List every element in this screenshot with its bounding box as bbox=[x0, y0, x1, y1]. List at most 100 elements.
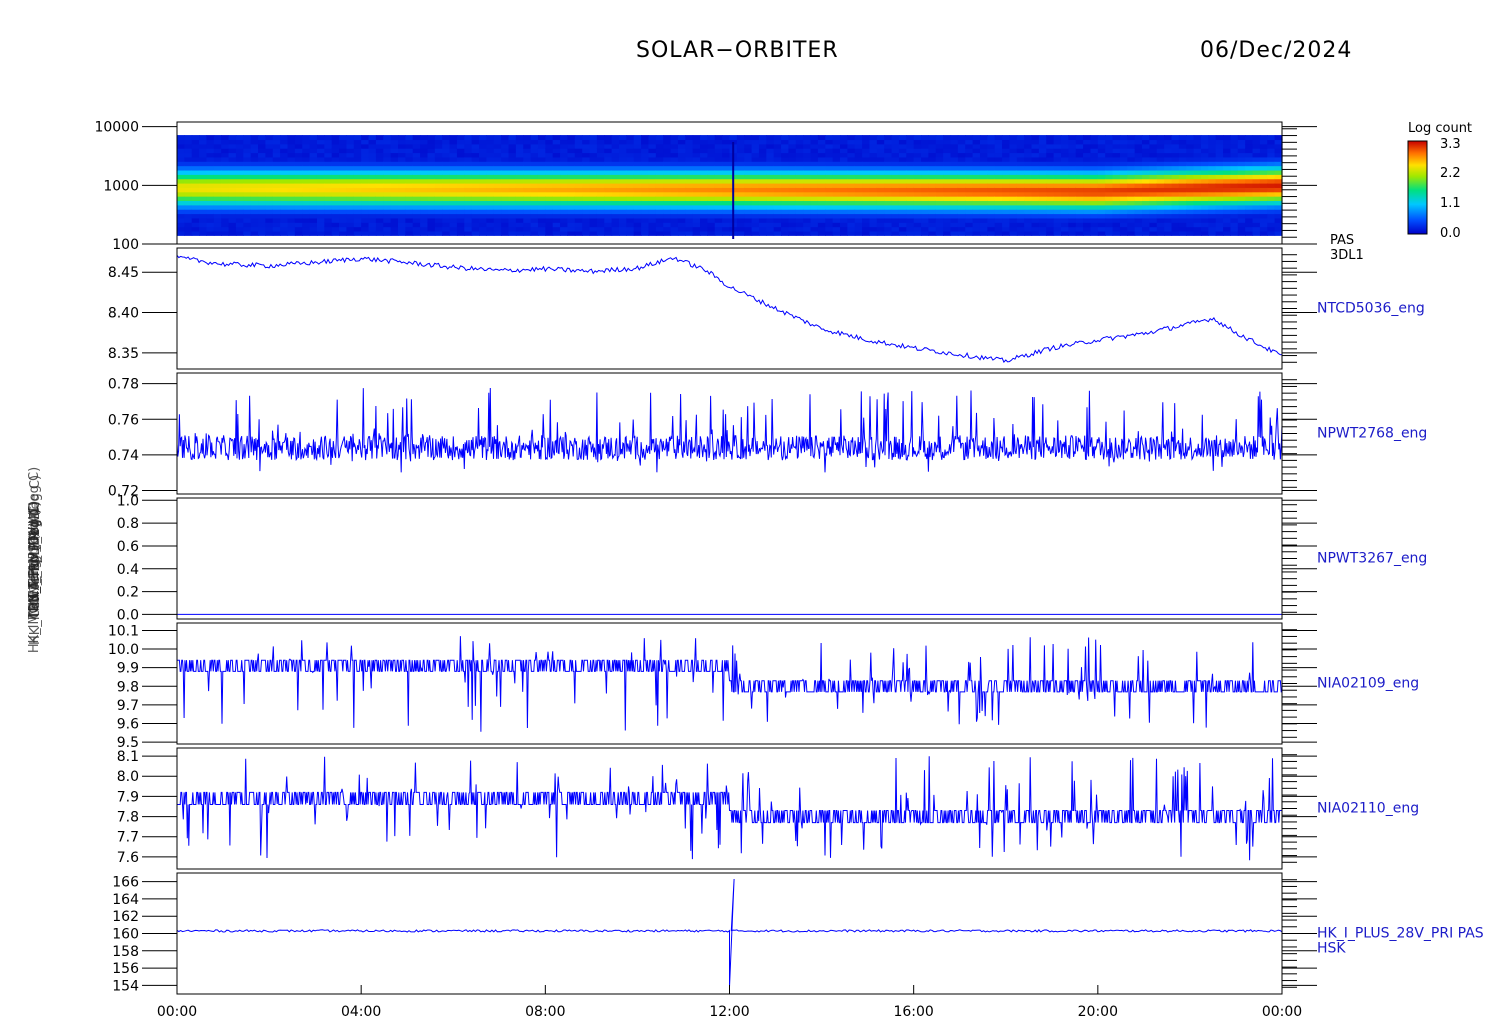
spectrogram-cell bbox=[339, 204, 348, 210]
spectrogram-cell bbox=[921, 217, 929, 223]
spectrogram-cell bbox=[943, 217, 952, 223]
spectrogram-cell bbox=[567, 204, 576, 210]
spectrogram-cell bbox=[265, 174, 274, 180]
spectrogram-cell bbox=[876, 143, 885, 149]
spectrogram-cell bbox=[287, 174, 296, 180]
spectrogram-cell bbox=[619, 178, 627, 184]
spectrogram-cell bbox=[589, 204, 598, 210]
spectrogram-cell bbox=[633, 174, 642, 180]
spectrogram-cell bbox=[862, 139, 871, 145]
spectrogram-cell bbox=[685, 187, 694, 193]
spectrogram-cell bbox=[530, 156, 539, 162]
spectrogram-cell bbox=[906, 226, 915, 232]
spectrogram-cell bbox=[677, 139, 686, 145]
spectrogram-cell bbox=[906, 191, 915, 197]
spectrogram-cell bbox=[869, 152, 878, 158]
spectrogram-cell bbox=[1164, 161, 1173, 167]
spectrogram-cell bbox=[862, 196, 871, 202]
spectrogram-cell bbox=[994, 183, 1003, 188]
spectrogram-cell bbox=[994, 178, 1003, 184]
spectrogram-cell bbox=[810, 209, 819, 215]
spectrogram-cell bbox=[1186, 178, 1195, 184]
spectrogram-cell bbox=[464, 135, 473, 141]
spectrogram-cell bbox=[1208, 152, 1217, 158]
spectrogram-cell bbox=[471, 200, 480, 206]
spectrogram-cell bbox=[1046, 217, 1055, 223]
spectrogram-cell bbox=[1186, 187, 1195, 193]
panel-frame-nia02109 bbox=[176, 622, 1283, 745]
spectrogram-cell bbox=[361, 226, 370, 232]
spectrogram-cell bbox=[1156, 174, 1165, 180]
spectrogram-cell bbox=[1186, 230, 1195, 236]
spectrogram-cell bbox=[677, 143, 686, 149]
spectrogram-cell bbox=[560, 213, 569, 219]
spectrogram-cell bbox=[950, 226, 959, 232]
spectrogram-cell bbox=[987, 213, 996, 219]
spectrogram-cell bbox=[987, 152, 996, 158]
spectrogram-cell bbox=[184, 183, 193, 188]
spectrogram-cell bbox=[1245, 148, 1254, 154]
spectrogram-cell bbox=[582, 174, 591, 180]
spectrogram-cell bbox=[633, 143, 642, 149]
spectrogram-cell bbox=[368, 191, 377, 197]
spectrogram-cell bbox=[353, 161, 362, 167]
spectrogram-cell bbox=[405, 187, 414, 193]
spectrogram-cell bbox=[486, 209, 495, 215]
spectrogram-cell bbox=[987, 230, 996, 236]
spectrogram-cell bbox=[1119, 174, 1128, 180]
spectrogram-cell bbox=[957, 187, 966, 193]
spectrogram-cell bbox=[501, 226, 510, 232]
spectrogram-cell bbox=[1171, 161, 1180, 167]
spectrogram-cell bbox=[869, 165, 878, 171]
spectrogram-cell bbox=[464, 161, 473, 167]
spectrogram-cell bbox=[1178, 204, 1187, 210]
spectrogram-cell bbox=[817, 161, 826, 167]
spectrogram-cell bbox=[1068, 183, 1077, 188]
spectrogram-cell bbox=[619, 135, 627, 141]
spectrogram-cell bbox=[1193, 196, 1202, 202]
spectrogram-cell bbox=[552, 217, 561, 223]
spectrogram-cell bbox=[1090, 135, 1099, 141]
spectrogram-cell bbox=[191, 209, 200, 215]
spectrogram-cell bbox=[1230, 226, 1239, 232]
spectrogram-cell bbox=[619, 169, 627, 175]
spectrogram-cell bbox=[523, 152, 532, 158]
spectrogram-cell bbox=[1215, 139, 1224, 145]
spectrogram-cell bbox=[935, 178, 944, 184]
spectrogram-cell bbox=[817, 204, 826, 210]
spectrogram-cell bbox=[994, 156, 1003, 162]
spectrogram-cell bbox=[471, 178, 480, 184]
spectrogram-cell bbox=[648, 148, 657, 154]
spectrogram-cell bbox=[854, 217, 863, 223]
spectrogram-cell bbox=[582, 135, 591, 141]
spectrogram-cell bbox=[604, 143, 613, 149]
spectrogram-cell bbox=[398, 187, 406, 193]
spectrogram-cell bbox=[427, 222, 436, 228]
spectrogram-cell bbox=[235, 204, 244, 210]
spectrogram-cell bbox=[1038, 183, 1047, 188]
spectrogram-cell bbox=[906, 139, 915, 145]
spectrogram-cell bbox=[530, 135, 539, 141]
spectrogram-cell bbox=[449, 222, 458, 228]
spectrogram-cell bbox=[530, 191, 539, 197]
spectrogram-cell bbox=[714, 217, 723, 223]
spectrogram-cell bbox=[1097, 204, 1106, 210]
spectrogram-cell bbox=[1215, 230, 1224, 236]
spectrogram-cell bbox=[221, 183, 230, 188]
spectrogram-cell bbox=[361, 217, 370, 223]
spectrogram-cell bbox=[501, 169, 510, 175]
ytick-label-npwt3267: 0.4 bbox=[117, 562, 139, 578]
spectrogram-cell bbox=[957, 226, 966, 232]
spectrogram-cell bbox=[287, 226, 296, 232]
spectrogram-cell bbox=[479, 196, 487, 202]
spectrogram-cell bbox=[1200, 217, 1209, 223]
spectrogram-cell bbox=[803, 165, 812, 171]
spectrogram-cell bbox=[442, 213, 451, 219]
spectrogram-cell bbox=[1083, 161, 1092, 167]
spectrogram-cell bbox=[442, 169, 451, 175]
spectrogram-cell bbox=[449, 143, 458, 149]
spectrogram-cell bbox=[221, 152, 230, 158]
spectrogram-cell bbox=[700, 230, 708, 236]
spectrogram-cell bbox=[810, 161, 819, 167]
spectrogram-cell bbox=[1105, 169, 1114, 175]
